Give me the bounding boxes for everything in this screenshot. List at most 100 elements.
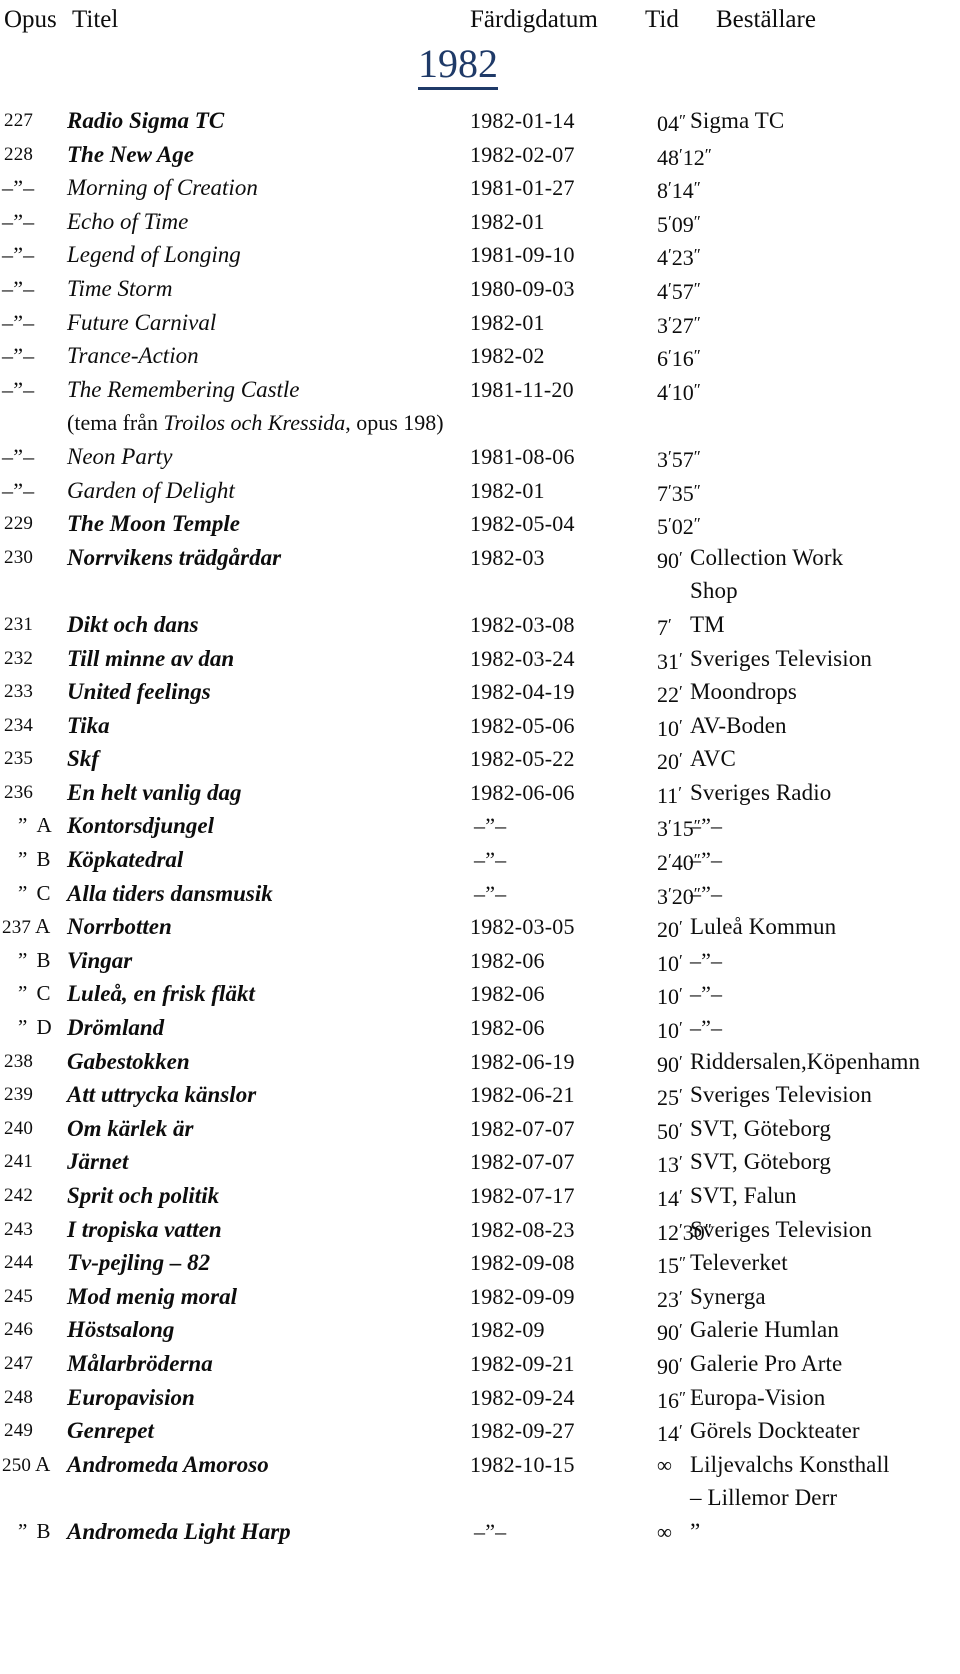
- commissioner: –”–: [690, 981, 723, 1007]
- work-title: Andromeda Light Harp: [67, 1518, 291, 1544]
- works-table: 227 Radio Sigma TC 1982-01-14 04″ Sigma TC 22…: [0, 104, 960, 1549]
- completion-date: 1982-03-24: [470, 645, 575, 671]
- work-title: The Remembering Castle: [67, 376, 300, 402]
- work-title: Kontorsdjungel: [67, 813, 214, 839]
- opus-number: 232: [4, 647, 34, 669]
- duration: 3′27″: [657, 312, 701, 338]
- table-row: 239 Att uttrycka känslor 1982-06-21 25′ Sver…: [0, 1078, 960, 1112]
- table-row: –”– Legend of Longing 1981-09-10 4′23″: [0, 238, 960, 272]
- duration: 20′: [657, 749, 683, 775]
- table-row: ” B Andromeda Light Harp –”– ∞”: [0, 1515, 960, 1549]
- opus-number: 237 A: [2, 914, 51, 939]
- work-title: Legend of Longing: [67, 242, 241, 268]
- table-row: –”– Morning of Creation 1981-01-27 8′14″: [0, 171, 960, 205]
- work-title: Europavision: [67, 1384, 195, 1410]
- table-row: 232 Till minne av dan 1982-03-24 31′ Sverige…: [0, 642, 960, 676]
- duration: 20′: [657, 917, 683, 943]
- work-title: Norrbotten: [67, 914, 172, 940]
- table-row: 235 Skf 1982-05-22 20′ AVC: [0, 742, 960, 776]
- duration: 5′02″: [657, 514, 701, 540]
- duration: 90′: [657, 1353, 683, 1379]
- commissioner: Galerie Pro Arte: [690, 1350, 843, 1376]
- opus-number: 234: [4, 714, 34, 736]
- column-header-opus: Opus: [4, 6, 57, 33]
- completion-date: 1982-09: [470, 1317, 545, 1343]
- completion-date: 1982-06-06: [470, 779, 575, 805]
- work-title: Genrepet: [67, 1418, 154, 1444]
- duration: 04″: [657, 111, 687, 136]
- commissioner: Liljevalchs Konsthall: [690, 1451, 890, 1477]
- completion-date: –”–: [474, 880, 507, 906]
- duration: 13′: [657, 1152, 683, 1178]
- completion-date: 1982-07-17: [470, 1183, 575, 1208]
- work-title: Till minne av dan: [67, 645, 235, 671]
- duration: 16″: [657, 1387, 687, 1413]
- completion-date: 1982-03: [470, 544, 545, 570]
- opus-ditto: –”–: [2, 175, 35, 201]
- table-row: Shop: [0, 574, 960, 608]
- commissioner: Sveriges Television: [690, 645, 872, 671]
- completion-date: 1981-11-20: [470, 376, 574, 402]
- duration: 25′: [657, 1085, 683, 1111]
- work-title: Målarbröderna: [67, 1350, 213, 1376]
- work-title: Att uttrycka känslor: [67, 1082, 257, 1108]
- work-title: Vingar: [67, 947, 133, 973]
- duration: 4′57″: [657, 278, 701, 304]
- table-row: ” B Vingar 1982-06 10′ –”–: [0, 944, 960, 978]
- commissioner: – Lillemor Derr: [690, 1485, 838, 1511]
- opus-number: 240: [4, 1117, 34, 1139]
- commissioner: –”–: [690, 1015, 723, 1041]
- work-title: Echo of Time: [67, 208, 189, 234]
- table-row: ” D Drömland 1982-06 10′ –”–: [0, 1011, 960, 1045]
- table-row: 247 Målarbröderna 1982-09-21 90′ Galerie Pro…: [0, 1347, 960, 1381]
- opus-ditto: –”–: [2, 309, 35, 335]
- work-title: Höstsalong: [67, 1317, 175, 1343]
- work-title: En helt vanlig dag: [67, 779, 242, 805]
- opus-number: 248: [4, 1386, 34, 1408]
- opus-number: 241: [4, 1151, 34, 1173]
- title-note: (tema från Troilos och Kressida, opus 19…: [67, 410, 444, 436]
- opus-number: 246: [4, 1319, 34, 1341]
- commissioner: –”–: [690, 847, 723, 873]
- table-row: 238 Gabestokken 1982-06-19 90′ Riddersalen,K…: [0, 1045, 960, 1079]
- duration: 6′16″: [657, 346, 701, 372]
- opus-number: 247: [4, 1352, 34, 1374]
- duration: 7′35″: [657, 480, 701, 506]
- completion-date: 1982-04-19: [470, 679, 575, 705]
- commissioner: Televerket: [690, 1250, 788, 1276]
- completion-date: 1982-06: [470, 1015, 545, 1041]
- table-row: 245 Mod menig moral 1982-09-09 23′ Synerga: [0, 1280, 960, 1314]
- commissioner: Shop: [690, 578, 738, 604]
- duration: 23′: [657, 1286, 683, 1312]
- duration: 8′14″: [657, 178, 701, 204]
- opus-number: 231: [4, 613, 34, 635]
- completion-date: 1982-07-07: [470, 1149, 575, 1175]
- table-row: 233 United feelings 1982-04-19 22′ Moondrops: [0, 675, 960, 709]
- opus-number: 235: [4, 748, 34, 770]
- completion-date: 1982-09-24: [470, 1384, 575, 1410]
- table-row: (tema från Troilos och Kressida, opus 19…: [0, 406, 960, 440]
- table-row: 244 Tv-pejling – 82 1982-09-08 15″ Televerke…: [0, 1246, 960, 1280]
- commissioner: Luleå Kommun: [690, 914, 837, 940]
- column-header-titel: Titel: [72, 6, 119, 33]
- work-title: Drömland: [67, 1015, 165, 1041]
- completion-date: 1982-10-15: [470, 1451, 575, 1477]
- commissioner: SVT, Göteborg: [690, 1149, 831, 1175]
- opus-number: 228: [4, 143, 34, 165]
- completion-date: 1982-06: [470, 947, 545, 973]
- commissioner: SVT, Falun: [690, 1183, 797, 1208]
- commissioner: Sveriges Television: [690, 1082, 872, 1108]
- completion-date: 1982-01-14: [470, 108, 575, 133]
- table-row: –”– The Remembering Castle 1981-11-20 4′10″: [0, 373, 960, 407]
- opus-number: 244: [4, 1252, 34, 1274]
- opus-ditto: –”–: [2, 242, 35, 268]
- opus-ditto: –”–: [2, 443, 35, 469]
- opus-number: 250 A: [2, 1451, 51, 1476]
- table-row: 242 Sprit och politik 1982-07-17 14′ SVT, Fa…: [0, 1179, 960, 1213]
- work-title: Trance-Action: [67, 343, 199, 369]
- year-heading: 1982: [418, 42, 498, 90]
- completion-date: 1982-09-09: [470, 1283, 575, 1309]
- duration: 48′12″: [657, 144, 712, 170]
- work-title: The New Age: [67, 141, 194, 167]
- completion-date: 1982-02: [470, 343, 545, 369]
